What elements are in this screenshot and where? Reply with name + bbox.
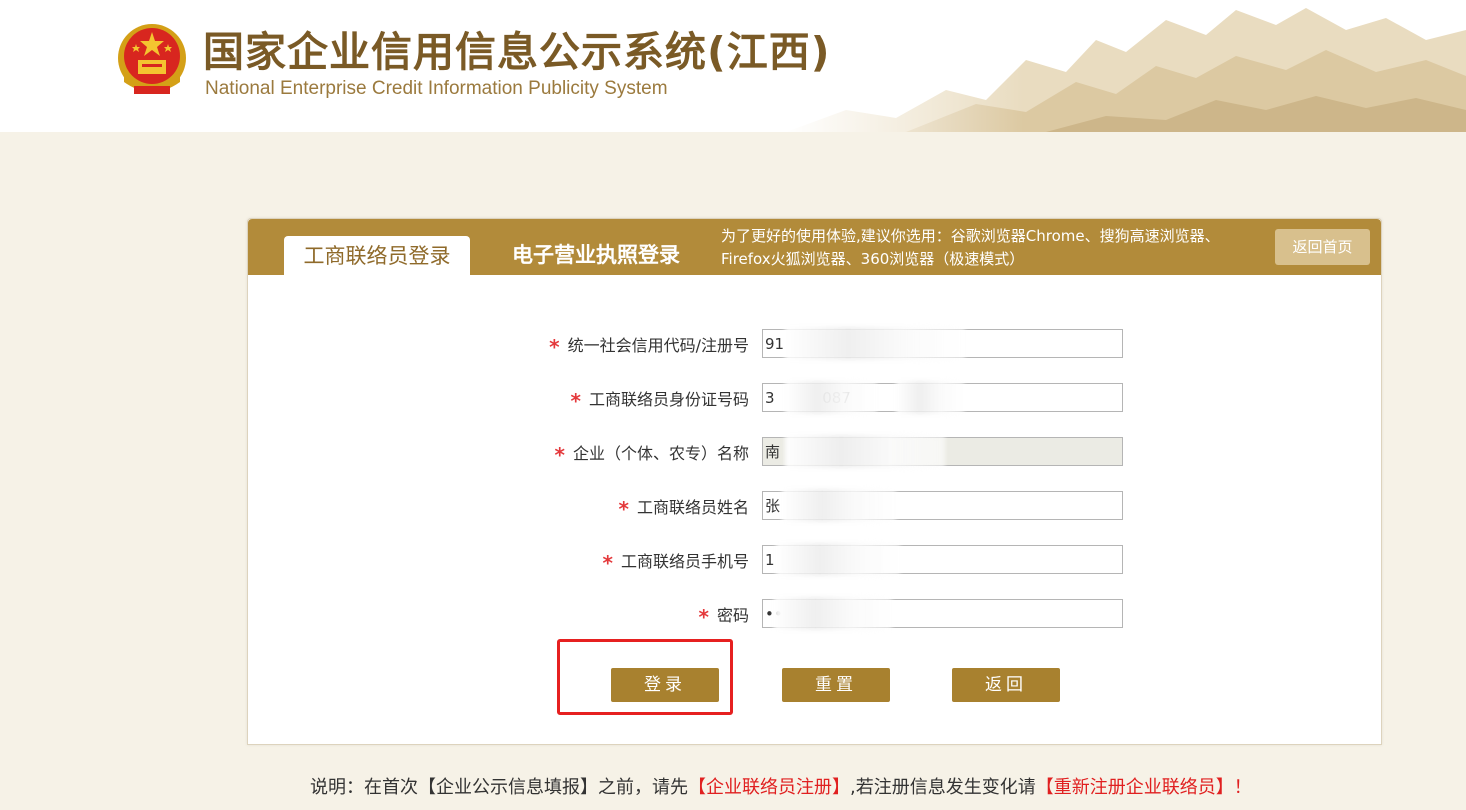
required-mark: *	[698, 605, 709, 629]
note-middle: ,若注册信息发生变化请	[850, 777, 1036, 798]
company-name-label: * 企业（个体、农专）名称	[554, 443, 749, 467]
privacy-mask	[785, 381, 877, 414]
form-row-credit-code: * 统一社会信用代码/注册号	[248, 327, 1381, 360]
required-mark: *	[549, 335, 560, 359]
browser-tip: 为了更好的使用体验,建议你选用：谷歌浏览器Chrome、搜狗高速浏览器、Fire…	[721, 227, 1220, 268]
form-row-password: * 密码	[248, 597, 1381, 630]
id-number-label: * 工商联络员身份证号码	[570, 389, 749, 413]
national-emblem-icon	[118, 24, 186, 94]
privacy-mask	[785, 327, 965, 360]
password-label: * 密码	[698, 605, 749, 629]
privacy-mask	[774, 597, 892, 630]
return-home-button[interactable]: 返回首页	[1275, 229, 1370, 265]
back-button[interactable]: 返回	[952, 668, 1060, 702]
credit-code-label: * 统一社会信用代码/注册号	[549, 335, 749, 359]
login-button[interactable]: 登录	[611, 668, 719, 702]
mountain-scenery-image	[786, 0, 1466, 132]
phone-label: * 工商联络员手机号	[602, 551, 749, 575]
registration-note: 说明：在首次【企业公示信息填报】之前，请先【企业联络员注册】,若注册信息发生变化…	[310, 776, 1252, 800]
note-prefix: 说明：在首次【企业公示信息填报】之前，请先	[310, 777, 688, 798]
required-mark: *	[570, 389, 581, 413]
site-subtitle: National Enterprise Credit Information P…	[205, 78, 668, 99]
site-header: 国家企业信用信息公示系统(江西) National Enterprise Cre…	[0, 0, 1466, 132]
login-tab-bar: 工商联络员登录 电子营业执照登录 为了更好的使用体验,建议你选用：谷歌浏览器Ch…	[248, 219, 1381, 275]
liaison-register-link[interactable]: 【企业联络员注册】	[688, 777, 850, 798]
privacy-mask	[782, 489, 896, 522]
form-row-liaison-name: * 工商联络员姓名	[248, 489, 1381, 522]
required-mark: *	[602, 551, 613, 575]
form-row-phone: * 工商联络员手机号	[248, 543, 1381, 576]
note-suffix: ！	[1233, 777, 1252, 798]
tab-liaison-login[interactable]: 工商联络员登录	[284, 236, 470, 275]
form-row-company-name: * 企业（个体、农专）名称	[248, 435, 1381, 468]
required-mark: *	[554, 443, 565, 467]
re-register-liaison-link[interactable]: 【重新注册企业联络员】	[1036, 777, 1234, 798]
privacy-mask	[896, 381, 964, 414]
reset-button[interactable]: 重置	[782, 668, 890, 702]
liaison-name-label: * 工商联络员姓名	[618, 497, 749, 521]
form-row-id-number: * 工商联络员身份证号码	[248, 381, 1381, 414]
privacy-mask	[776, 543, 900, 576]
required-mark: *	[618, 497, 629, 521]
privacy-mask	[785, 435, 945, 468]
tab-e-license-login[interactable]: 电子营业执照登录	[512, 239, 680, 271]
site-title: 国家企业信用信息公示系统(江西)	[203, 28, 831, 76]
login-panel: 工商联络员登录 电子营业执照登录 为了更好的使用体验,建议你选用：谷歌浏览器Ch…	[247, 218, 1382, 745]
